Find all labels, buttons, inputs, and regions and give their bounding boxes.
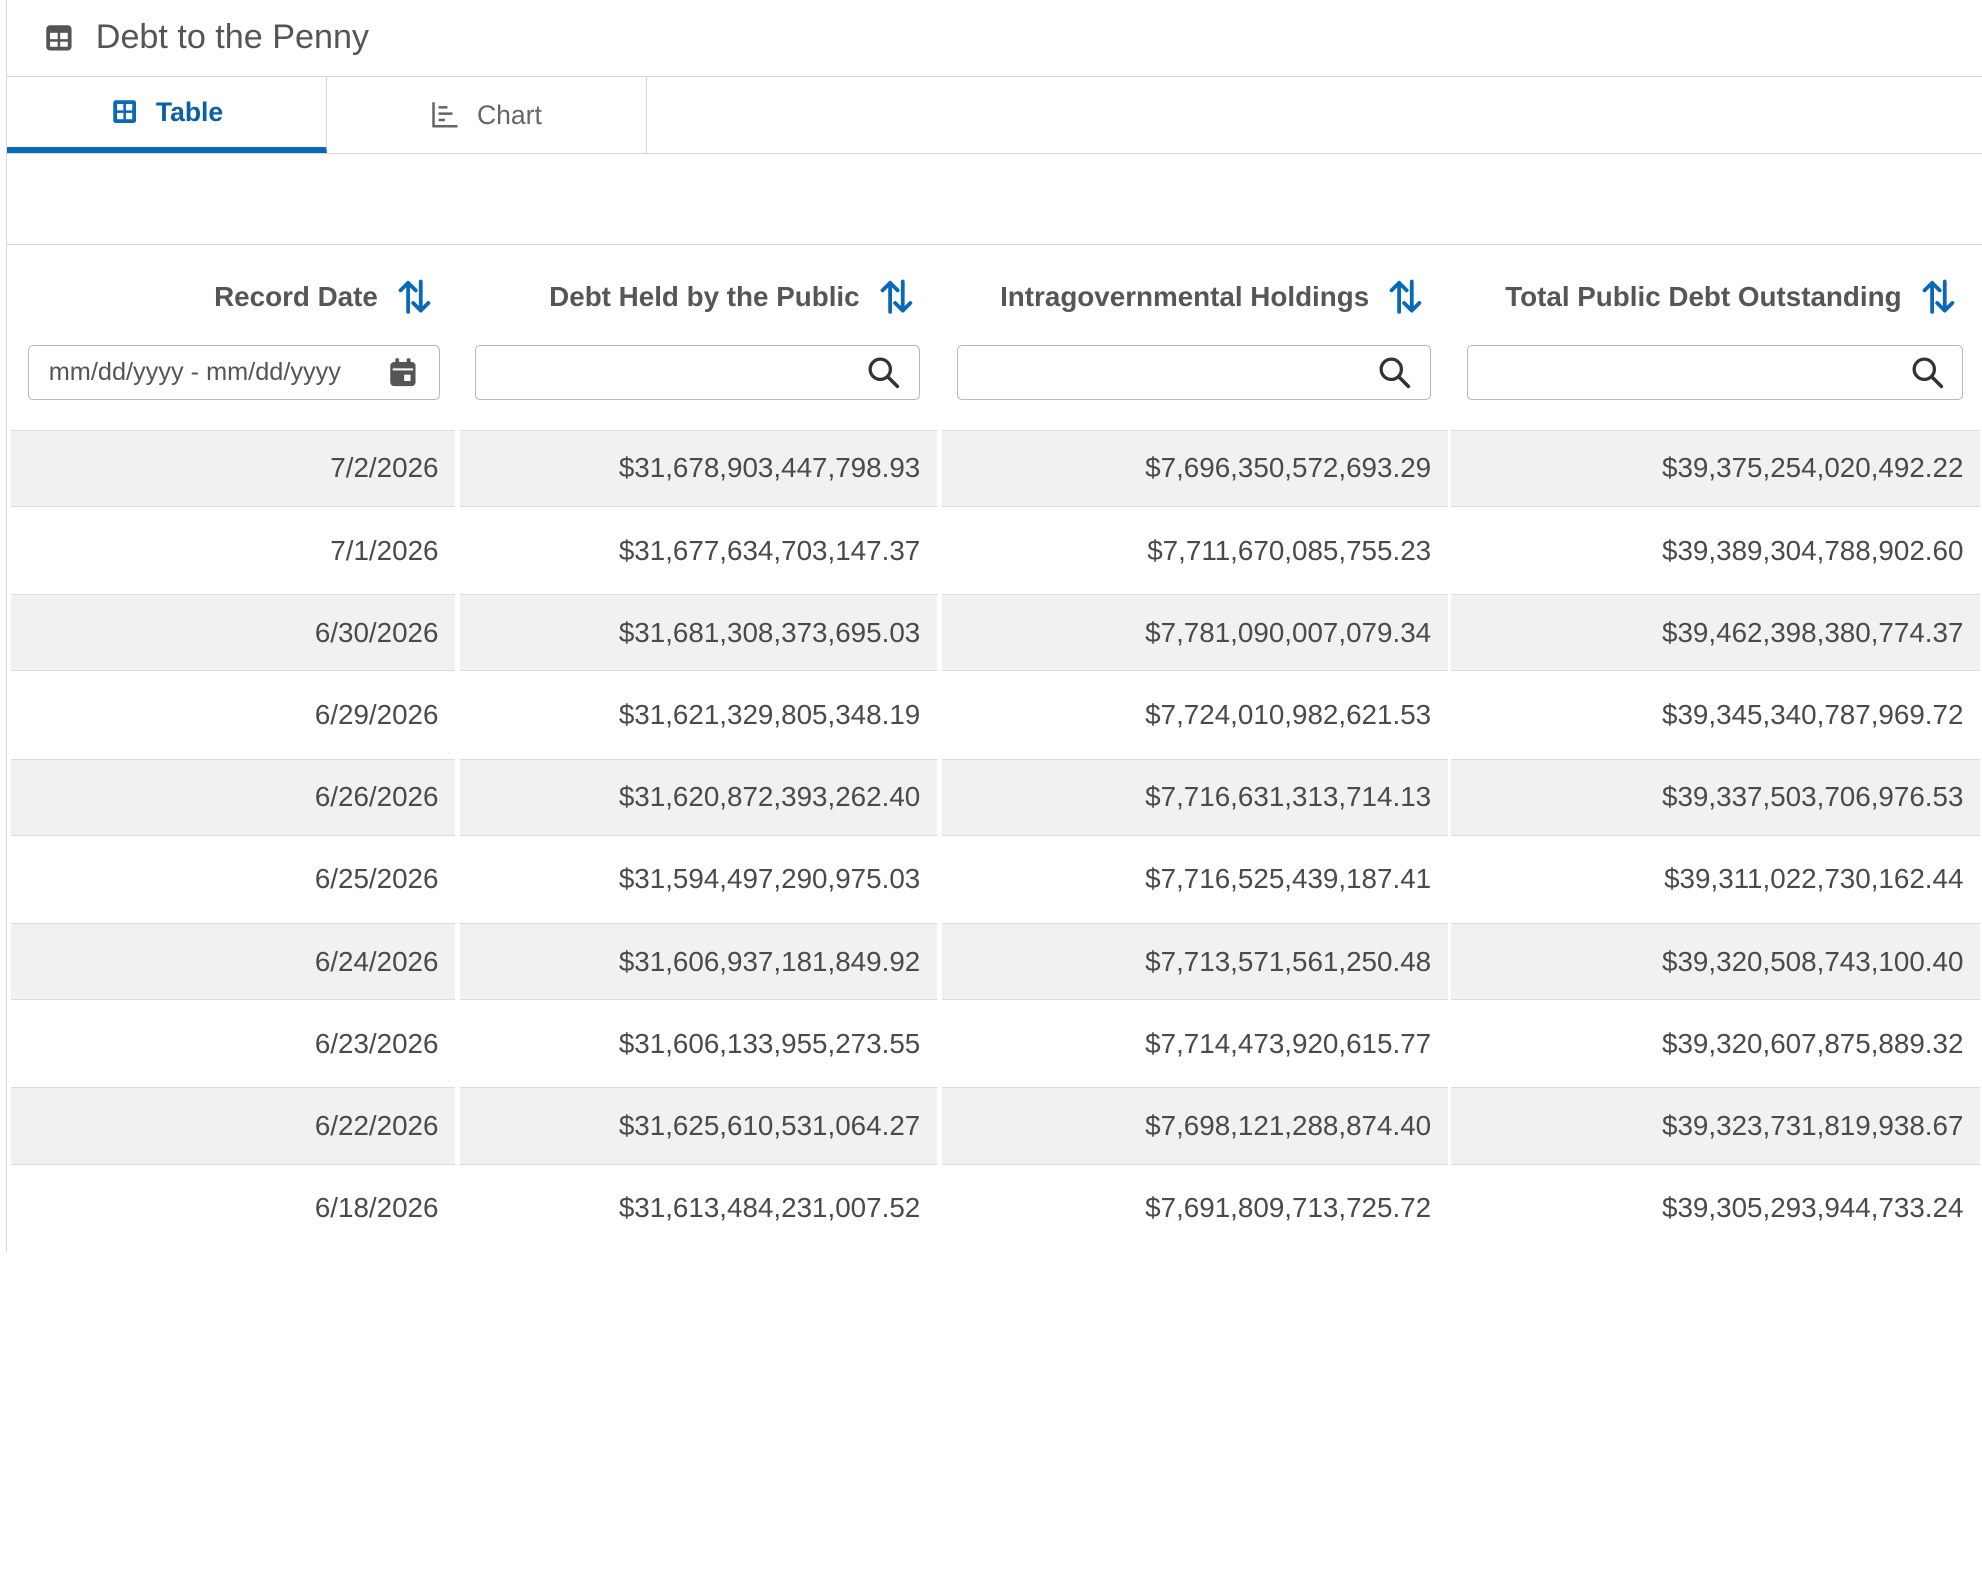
cell-total-public-debt: $39,345,340,787,969.72 (1451, 676, 1980, 754)
table-row: 6/29/2026 $31,621,329,805,348.19 $7,724,… (11, 676, 1982, 758)
cell-record-date: 7/1/2026 (11, 512, 455, 590)
cell-record-date: 6/18/2026 (11, 1169, 455, 1247)
cell-debt-held-by-public: $31,625,610,531,064.27 (459, 1087, 937, 1165)
cell-total-public-debt: $39,320,607,875,889.32 (1451, 1005, 1980, 1083)
column-header-intragovernmental-holdings[interactable]: Intragovernmental Holdings (1000, 278, 1425, 316)
cell-record-date: 6/23/2026 (11, 1005, 455, 1083)
cell-debt-held-by-public: $31,620,872,393,262.40 (459, 758, 937, 836)
table-row: 6/18/2026 $31,613,484,231,007.52 $7,691,… (11, 1169, 1982, 1252)
search-icon[interactable] (1377, 355, 1412, 390)
cell-record-date: 6/30/2026 (11, 594, 455, 672)
table-row: 7/1/2026 $31,677,634,703,147.37 $7,711,6… (11, 512, 1982, 594)
sort-icon[interactable] (396, 278, 434, 316)
cell-record-date: 6/22/2026 (11, 1087, 455, 1165)
cell-debt-held-by-public: $31,621,329,805,348.19 (459, 676, 937, 754)
toolbar-area (7, 154, 1982, 246)
table-row: 6/25/2026 $31,594,497,290,975.03 $7,716,… (11, 840, 1982, 923)
tab-chart[interactable]: Chart (327, 77, 648, 153)
cell-intragovernmental-holdings: $7,713,571,561,250.48 (941, 923, 1448, 1001)
cell-intragovernmental-holdings: $7,698,121,288,874.40 (941, 1087, 1448, 1165)
table-row: 6/30/2026 $31,681,308,373,695.03 $7,781,… (11, 594, 1982, 676)
total-public-debt-search-input[interactable] (1467, 357, 1910, 387)
cell-total-public-debt: $39,323,731,819,938.67 (1451, 1087, 1980, 1165)
cell-total-public-debt: $39,375,254,020,492.22 (1451, 429, 1980, 508)
cell-intragovernmental-holdings: $7,716,631,313,714.13 (941, 758, 1448, 836)
table-row: 6/26/2026 $31,620,872,393,262.40 $7,716,… (11, 758, 1982, 841)
column-header-debt-held-by-public[interactable]: Debt Held by the Public (549, 278, 915, 316)
intragovernmental-holdings-filter[interactable] (956, 345, 1432, 400)
table-row: 6/24/2026 $31,606,937,181,849.92 $7,713,… (11, 923, 1982, 1005)
column-label: Debt Held by the Public (549, 281, 860, 313)
date-range-input[interactable] (28, 357, 386, 387)
cell-debt-held-by-public: $31,613,484,231,007.52 (459, 1169, 937, 1247)
cell-total-public-debt: $39,311,022,730,162.44 (1451, 840, 1980, 918)
cell-record-date: 6/24/2026 (11, 923, 455, 1001)
cell-total-public-debt: $39,337,503,706,976.53 (1451, 758, 1980, 836)
cell-record-date: 6/25/2026 (11, 840, 455, 918)
panel-title-bar: Debt to the Penny (7, 0, 1982, 77)
sort-icon[interactable] (1919, 278, 1957, 316)
column-label: Total Public Debt Outstanding (1505, 281, 1902, 313)
cell-intragovernmental-holdings: $7,711,670,085,755.23 (941, 512, 1448, 590)
table-body: 7/2/2026 $31,678,903,447,798.93 $7,696,3… (11, 429, 1982, 1252)
cell-record-date: 7/2/2026 (11, 429, 455, 508)
debt-held-by-public-search-input[interactable] (476, 357, 867, 387)
table-row: 6/22/2026 $31,625,610,531,064.27 $7,698,… (11, 1087, 1982, 1169)
table-row: 7/2/2026 $31,678,903,447,798.93 $7,696,3… (11, 429, 1982, 512)
table-row: 6/23/2026 $31,606,133,955,273.55 $7,714,… (11, 1005, 1982, 1087)
calendar-icon[interactable] (386, 355, 421, 390)
tab-table-label: Table (155, 96, 224, 127)
cell-record-date: 6/29/2026 (11, 676, 455, 754)
cell-intragovernmental-holdings: $7,714,473,920,615.77 (941, 1005, 1448, 1083)
cell-debt-held-by-public: $31,594,497,290,975.03 (459, 840, 937, 918)
column-header-total-public-debt[interactable]: Total Public Debt Outstanding (1505, 278, 1957, 316)
cell-intragovernmental-holdings: $7,781,090,007,079.34 (941, 594, 1448, 672)
cell-total-public-debt: $39,462,398,380,774.37 (1451, 594, 1980, 672)
sort-icon[interactable] (877, 278, 915, 316)
cell-debt-held-by-public: $31,677,634,703,147.37 (459, 512, 937, 590)
cell-total-public-debt: $39,320,508,743,100.40 (1451, 923, 1980, 1001)
cell-total-public-debt: $39,305,293,944,733.24 (1451, 1169, 1980, 1247)
cell-record-date: 6/26/2026 (11, 758, 455, 836)
cell-total-public-debt: $39,389,304,788,902.60 (1451, 512, 1980, 590)
cell-debt-held-by-public: $31,681,308,373,695.03 (459, 594, 937, 672)
debt-held-by-public-filter[interactable] (475, 345, 921, 400)
column-label: Record Date (214, 281, 378, 313)
column-header-record-date[interactable]: Record Date (214, 278, 433, 316)
table-icon (44, 23, 74, 53)
page-title: Debt to the Penny (95, 18, 369, 57)
cell-debt-held-by-public: $31,606,937,181,849.92 (459, 923, 937, 1001)
date-range-filter[interactable] (27, 345, 440, 400)
search-icon[interactable] (1909, 355, 1944, 390)
cell-debt-held-by-public: $31,606,133,955,273.55 (459, 1005, 937, 1083)
table-icon (110, 98, 138, 126)
cell-intragovernmental-holdings: $7,724,010,982,621.53 (941, 676, 1448, 754)
sort-icon[interactable] (1387, 278, 1425, 316)
cell-debt-held-by-public: $31,678,903,447,798.93 (459, 429, 937, 508)
table-header: Record Date Debt Held by the Public Intr… (7, 245, 1982, 430)
cell-intragovernmental-holdings: $7,691,809,713,725.72 (941, 1169, 1448, 1247)
tab-chart-label: Chart (476, 99, 542, 130)
column-label: Intragovernmental Holdings (1000, 281, 1370, 313)
dataset-panel: Debt to the Penny Table Chart Record Dat… (6, 0, 1982, 1252)
chart-icon (431, 101, 459, 129)
search-icon[interactable] (866, 355, 901, 390)
view-tabs: Table Chart (7, 77, 1982, 154)
intragovernmental-holdings-search-input[interactable] (957, 357, 1378, 387)
tab-table[interactable]: Table (7, 77, 328, 153)
total-public-debt-filter[interactable] (1466, 345, 1964, 400)
cell-intragovernmental-holdings: $7,716,525,439,187.41 (941, 840, 1448, 918)
cell-intragovernmental-holdings: $7,696,350,572,693.29 (941, 429, 1448, 508)
